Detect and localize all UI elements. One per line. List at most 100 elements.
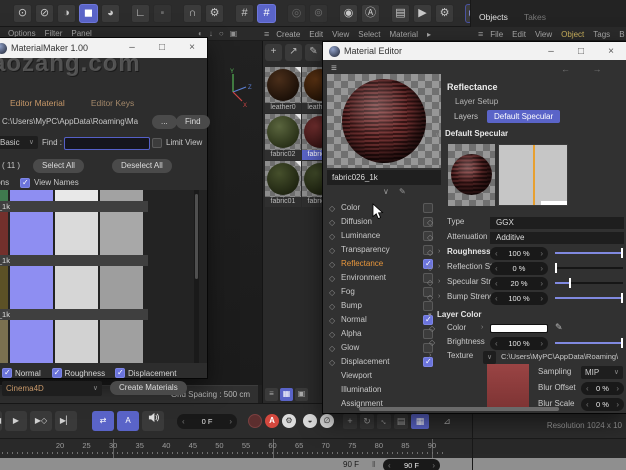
- channel-color[interactable]: ◇ Color: [323, 202, 445, 216]
- menu-item-b[interactable]: B: [619, 30, 624, 39]
- timeline-range-bar[interactable]: 90 F ‖ ‹ 90 F ›: [0, 458, 626, 470]
- chevron-right-icon[interactable]: ›: [438, 248, 440, 255]
- sound-button[interactable]: [142, 411, 164, 431]
- param-slider[interactable]: [555, 277, 623, 289]
- texture-set-row[interactable]: [0, 266, 147, 309]
- texture-mode-button[interactable]: ◕: [101, 4, 120, 23]
- workplane-y-button[interactable]: ⊚: [309, 4, 328, 23]
- param-dropdown[interactable]: Additive: [490, 232, 624, 244]
- goto-end-button[interactable]: ▶▏: [55, 411, 77, 431]
- param-value-field[interactable]: ‹ 0 % ›: [490, 262, 548, 275]
- workplane-button[interactable]: ▪: [153, 4, 172, 23]
- diffuse-swatch[interactable]: [0, 320, 8, 363]
- param-slider[interactable]: [555, 292, 623, 304]
- workplane-x-button[interactable]: ◎: [287, 4, 306, 23]
- diamond-icon[interactable]: ◇: [429, 324, 435, 333]
- export-check-normal[interactable]: Normal: [2, 368, 41, 378]
- displacement-swatch[interactable]: [100, 190, 143, 201]
- snap-settings-button[interactable]: ⚙: [205, 4, 224, 23]
- roughness-swatch[interactable]: [55, 320, 98, 363]
- blur-scale-field[interactable]: ‹ 0 % ›: [581, 398, 624, 411]
- roughness-swatch[interactable]: [55, 212, 98, 255]
- menu-item-view[interactable]: View: [535, 30, 552, 39]
- param-slider[interactable]: [555, 262, 623, 274]
- keyframe-selection-button[interactable]: ◒: [303, 414, 317, 428]
- minimize-button[interactable]: –: [536, 42, 566, 60]
- fcurve-button[interactable]: ⊿: [440, 414, 454, 429]
- hamburger-menu-icon[interactable]: ≡: [264, 29, 269, 39]
- preview-dropdown-icon[interactable]: ∨: [383, 187, 389, 196]
- menu-item-edit[interactable]: Edit: [309, 30, 323, 39]
- diamond-icon[interactable]: ◇: [427, 293, 433, 302]
- autokey-overlay-button[interactable]: A: [117, 411, 139, 431]
- chevron-right-icon[interactable]: ›: [438, 263, 440, 270]
- browse-button[interactable]: ...: [152, 115, 177, 129]
- collapse-icon[interactable]: ▾: [428, 311, 432, 319]
- material-editor-titlebar[interactable]: Material Editor – □ ×: [323, 42, 626, 60]
- menu-item-material[interactable]: Material: [390, 30, 418, 39]
- sampling-dropdown[interactable]: MIP ∨: [581, 366, 623, 379]
- normal-swatch[interactable]: [10, 266, 53, 309]
- color-picker-icon[interactable]: ✎: [555, 322, 563, 333]
- decrement-icon[interactable]: ‹: [388, 461, 391, 470]
- collapse-icon[interactable]: ∨: [435, 131, 440, 139]
- find-button[interactable]: Find: [176, 115, 210, 129]
- chevron-right-icon[interactable]: ›: [438, 293, 440, 300]
- goto-start-button[interactable]: ◀◀: [0, 411, 2, 431]
- diamond-icon[interactable]: ◇: [429, 338, 435, 347]
- grid-button[interactable]: #: [235, 4, 254, 23]
- scrollbar[interactable]: [194, 190, 199, 363]
- close-button[interactable]: ×: [596, 42, 626, 60]
- key-rotation-button[interactable]: ↻: [360, 413, 374, 429]
- picture-view-button[interactable]: ▣: [295, 388, 308, 401]
- deselect-all-button[interactable]: Deselect All: [112, 159, 172, 173]
- range-end-field[interactable]: ‹ 90 F ›: [383, 459, 440, 470]
- render-picture-viewer-button[interactable]: ▶: [413, 4, 432, 23]
- add-material-button[interactable]: +: [265, 44, 282, 61]
- diamond-icon[interactable]: ◇: [427, 248, 433, 257]
- key-interpolation-button[interactable]: ∅: [320, 414, 334, 428]
- maximize-button[interactable]: □: [566, 42, 596, 60]
- checkbox-icon[interactable]: [115, 368, 125, 378]
- menu-item-create[interactable]: Create: [276, 30, 300, 39]
- checkbox-icon[interactable]: [2, 368, 12, 378]
- normal-swatch[interactable]: [10, 212, 53, 255]
- texture-set-row[interactable]: [0, 190, 147, 201]
- tab-default-specular[interactable]: Default Specular: [487, 110, 561, 123]
- displacement-swatch[interactable]: [100, 212, 143, 255]
- specular-curve-panel[interactable]: [498, 144, 568, 206]
- timeline-ruler[interactable]: 20 25 30 35 40 45 50 55 60 65 70 75 80 85 90: [0, 438, 626, 459]
- param-value-field[interactable]: ‹ 100 % ›: [490, 247, 548, 260]
- texture-set-row[interactable]: [0, 212, 147, 255]
- output-dropdown[interactable]: Cinema4D ∨: [2, 381, 102, 396]
- blur-offset-field[interactable]: ‹ 0 % ›: [581, 382, 624, 395]
- tab-editor-keys[interactable]: Editor Keys: [91, 98, 134, 108]
- key-pla-button[interactable]: ▦: [411, 413, 429, 429]
- chevron-right-icon[interactable]: ›: [429, 352, 431, 359]
- find-input[interactable]: [64, 137, 150, 150]
- param-dropdown[interactable]: GGX: [490, 217, 624, 229]
- roughness-swatch[interactable]: [55, 190, 98, 201]
- brightness-slider[interactable]: [555, 337, 623, 349]
- param-value-field[interactable]: ‹ 100 % ›: [490, 292, 548, 305]
- param-value-field[interactable]: ‹ 20 % ›: [490, 277, 548, 290]
- menu-item-file[interactable]: File: [490, 30, 503, 39]
- color-swatch[interactable]: [490, 324, 548, 333]
- edges-mode-button[interactable]: ⊘: [35, 4, 54, 23]
- create-materials-button[interactable]: Create Materials: [110, 381, 187, 395]
- edit-material-button[interactable]: ✎: [305, 44, 322, 61]
- tab-editor-material[interactable]: Editor Material: [10, 98, 65, 108]
- viewport-maximize-icon[interactable]: ▣: [230, 29, 238, 38]
- material-thumbnail[interactable]: fabric02: [265, 114, 301, 160]
- snap-button[interactable]: ∩: [183, 4, 202, 23]
- displacement-swatch[interactable]: [100, 320, 143, 363]
- diffuse-swatch[interactable]: [0, 190, 8, 201]
- tab-takes[interactable]: Takes: [524, 12, 546, 22]
- texture-dropdown-icon[interactable]: ∨: [483, 351, 496, 364]
- menu-item-tags[interactable]: Tags: [593, 30, 610, 39]
- category-dropdown[interactable]: Basic ∨: [0, 136, 38, 149]
- history-nav-icons[interactable]: ← →: [561, 64, 612, 74]
- share-material-button[interactable]: ↗: [285, 44, 302, 61]
- menu-item-view[interactable]: View: [332, 30, 349, 39]
- brightness-field[interactable]: ‹ 100 % ›: [490, 337, 548, 350]
